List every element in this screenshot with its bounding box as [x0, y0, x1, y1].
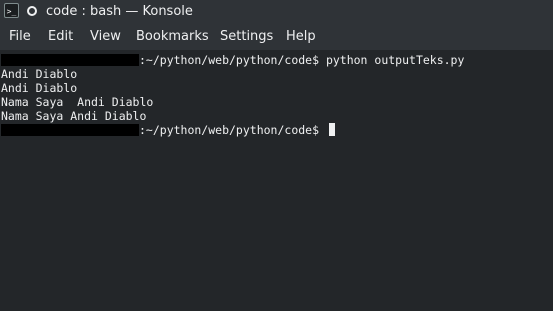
menu-settings[interactable]: Settings — [220, 29, 273, 45]
title-bar[interactable]: >_ code : bash — Konsole — [0, 0, 553, 24]
menu-bookmarks[interactable]: Bookmarks — [136, 29, 209, 45]
menu-bar: File Edit View Bookmarks Settings Help — [0, 24, 553, 50]
menu-file[interactable]: File — [9, 29, 31, 45]
output-line: Nama Saya Andi Diablo — [1, 109, 147, 123]
konsole-window: >_ code : bash — Konsole File Edit View … — [0, 0, 553, 311]
output-line: Andi Diablo — [1, 67, 78, 81]
command-text: python outputTeks.py — [325, 53, 465, 67]
terminal-area[interactable]: :~/python/web/python/code$ python output… — [0, 50, 553, 311]
command-line: :~/python/web/python/code$ python output… — [1, 53, 464, 67]
text-cursor — [328, 123, 335, 136]
pin-icon[interactable] — [27, 6, 37, 16]
redacted-user-host — [1, 123, 139, 136]
window-title: code : bash — Konsole — [46, 4, 193, 19]
terminal-icon[interactable]: >_ — [4, 3, 19, 18]
output-line: Andi Diablo — [1, 81, 78, 95]
prompt-path: :~/python/web/python/code$ — [139, 123, 326, 137]
menu-edit[interactable]: Edit — [48, 29, 73, 45]
prompt-path: :~/python/web/python/code$ — [139, 53, 326, 67]
redacted-user-host — [1, 53, 139, 66]
prompt-line: :~/python/web/python/code$ — [1, 123, 335, 137]
output-line: Nama Saya Andi Diablo — [1, 95, 154, 109]
menu-view[interactable]: View — [90, 29, 121, 45]
menu-help[interactable]: Help — [286, 29, 316, 45]
